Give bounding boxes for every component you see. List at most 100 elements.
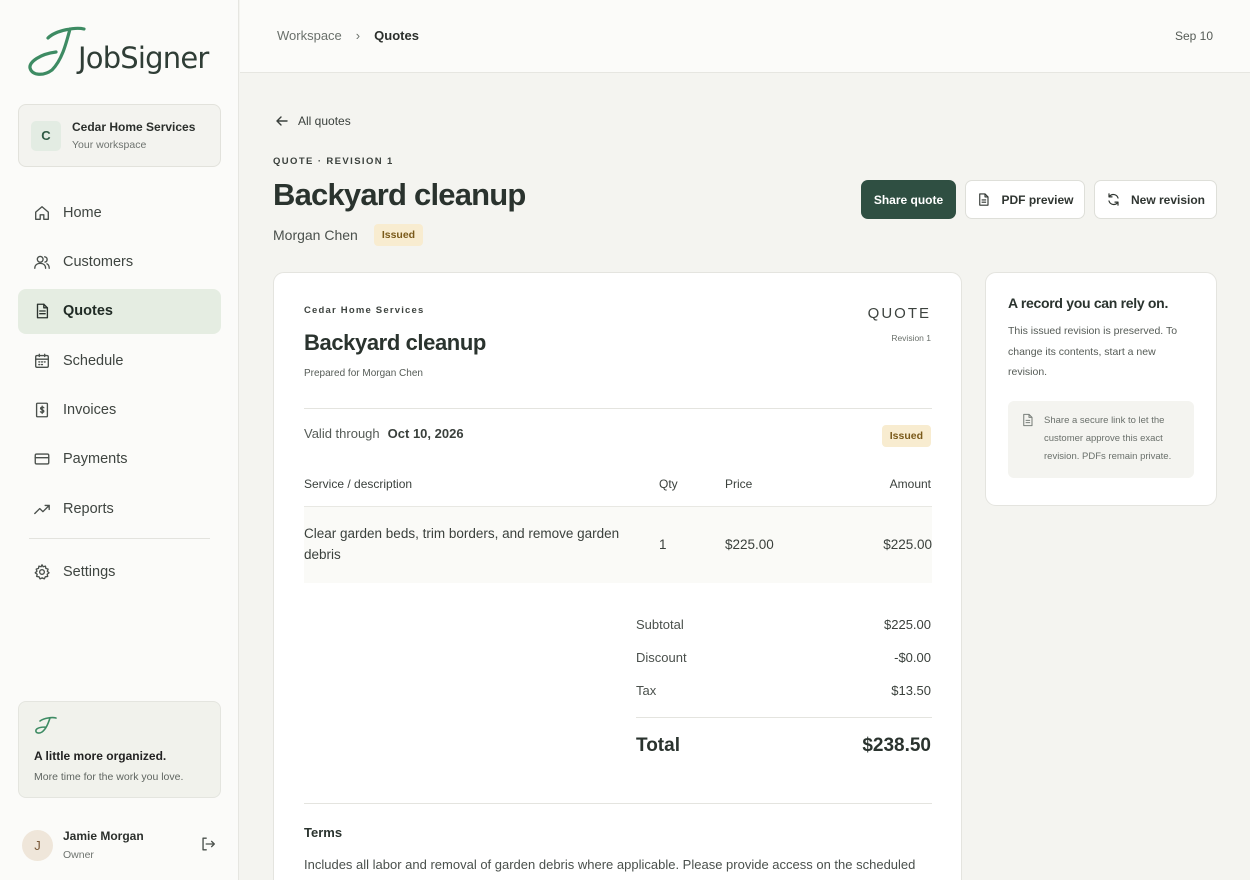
line-amount: $225.00 xyxy=(883,537,932,552)
record-info-text: This issued revision is preserved. To ch… xyxy=(1008,325,1178,378)
sidebar-item-customers[interactable]: Customers xyxy=(18,239,221,284)
totals-divider xyxy=(636,717,932,718)
sidebar: JobSigner C Cedar Home Services Your wor… xyxy=(0,0,239,880)
total-label: Total xyxy=(636,735,680,756)
doc-title: Backyard cleanup xyxy=(304,330,486,355)
promo-subtitle: More time for the work you love. xyxy=(34,771,184,783)
tax-label: Tax xyxy=(636,683,657,698)
sidebar-item-quotes[interactable]: Quotes xyxy=(18,288,221,334)
logout-icon xyxy=(202,837,215,851)
calendar-icon xyxy=(35,353,49,368)
page-title: Backyard cleanup xyxy=(273,177,526,212)
quote-actions: Share quote PDF preview New revision xyxy=(861,180,1217,219)
app-name: JobSigner xyxy=(78,41,209,75)
valid-through: Valid through Oct 10, 2026 xyxy=(304,426,464,441)
valid-through-date: Oct 10, 2026 xyxy=(387,426,464,441)
status-badge: Issued xyxy=(373,224,424,246)
sidebar-item-label: Reports xyxy=(63,500,114,517)
promo-title: A little more organized. xyxy=(34,749,167,763)
sidebar-item-label: Settings xyxy=(63,563,116,580)
breadcrumb-quotes: Quotes xyxy=(374,28,419,43)
document-icon xyxy=(36,303,49,319)
logout-button[interactable] xyxy=(199,835,217,858)
sidebar-item-invoices[interactable]: Invoices xyxy=(18,388,221,433)
column-header-amount: Amount xyxy=(889,477,931,491)
workspace-name: Cedar Home Services xyxy=(72,120,196,134)
users-icon xyxy=(34,255,50,269)
user-profile: J Jamie Morgan Owner xyxy=(22,825,222,865)
credit-card-icon xyxy=(34,453,50,466)
terms-divider xyxy=(304,803,932,804)
file-icon xyxy=(1023,413,1033,426)
share-note-text: Share a secure link to let the customer … xyxy=(1044,414,1172,462)
customer-name[interactable]: Morgan Chen xyxy=(273,227,358,243)
breadcrumb: Workspace › Quotes xyxy=(277,28,419,43)
sidebar-item-label: Quotes xyxy=(63,303,113,320)
pdf-preview-button[interactable]: PDF preview xyxy=(965,180,1085,219)
topbar: Workspace › Quotes Sep 10 xyxy=(240,0,1250,73)
subtotal-value: $225.00 xyxy=(884,617,931,632)
table-row: Clear garden beds, trim borders, and rem… xyxy=(304,506,932,583)
doc-divider xyxy=(304,408,932,409)
refresh-icon xyxy=(1108,193,1119,206)
record-info-title: A record you can rely on. xyxy=(1008,295,1169,311)
sidebar-divider xyxy=(29,538,210,540)
user-role: Owner xyxy=(63,849,94,861)
signature-mark-icon xyxy=(35,716,57,734)
new-revision-label: New revision xyxy=(1130,192,1206,207)
line-price: $225.00 xyxy=(725,537,774,552)
share-quote-button[interactable]: Share quote xyxy=(861,180,956,219)
discount-value: -$0.00 xyxy=(894,650,931,665)
sidebar-item-payments[interactable]: Payments xyxy=(18,437,221,482)
quote-document: Cedar Home Services QUOTE Backyard clean… xyxy=(273,272,962,880)
invoice-icon xyxy=(35,402,49,418)
breadcrumb-workspace[interactable]: Workspace xyxy=(277,28,342,43)
workspace-subtitle: Your workspace xyxy=(72,139,147,151)
sidebar-item-schedule[interactable]: Schedule xyxy=(18,338,221,383)
doc-revision: Revision 1 xyxy=(891,333,931,343)
total-value: $238.50 xyxy=(862,735,931,756)
sidebar-item-label: Schedule xyxy=(63,352,124,369)
file-icon xyxy=(979,193,990,206)
column-header-price: Price xyxy=(725,477,753,491)
workspace-avatar: C xyxy=(31,120,61,151)
sidebar-item-label: Home xyxy=(63,204,102,221)
discount-label: Discount xyxy=(636,650,687,665)
sidebar-item-label: Customers xyxy=(63,253,134,270)
sidebar-item-home[interactable]: Home xyxy=(18,190,221,235)
doc-company: Cedar Home Services xyxy=(304,305,425,316)
arrow-left-icon xyxy=(276,116,288,126)
sidebar-nav: Home Customers Quotes Schedule Invoices … xyxy=(18,190,221,599)
app-logo[interactable]: JobSigner xyxy=(26,24,209,78)
record-info-card: A record you can rely on. This issued re… xyxy=(985,272,1217,506)
customer-line: Morgan Chen Issued xyxy=(273,224,424,246)
subtotal-label: Subtotal xyxy=(636,617,684,632)
doc-label: QUOTE xyxy=(867,305,931,322)
chevron-right-icon: › xyxy=(355,28,361,43)
line-qty: 1 xyxy=(659,537,667,552)
avatar[interactable]: J xyxy=(22,829,53,861)
back-link[interactable]: All quotes xyxy=(275,114,351,128)
tax-value: $13.50 xyxy=(891,683,931,698)
promo-card: A little more organized. More time for t… xyxy=(18,701,221,798)
back-link-label: All quotes xyxy=(298,114,351,128)
doc-status-badge: Issued xyxy=(881,425,931,447)
sidebar-item-settings[interactable]: Settings xyxy=(18,549,221,594)
valid-through-label: Valid through xyxy=(304,426,380,441)
workspace-switcher[interactable]: C Cedar Home Services Your workspace xyxy=(18,104,221,167)
doc-prepared-for: Prepared for Morgan Chen xyxy=(304,368,423,379)
gear-icon xyxy=(34,563,50,580)
sidebar-item-reports[interactable]: Reports xyxy=(18,486,221,531)
pdf-preview-label: PDF preview xyxy=(1001,192,1074,207)
column-header-description: Service / description xyxy=(304,477,413,491)
trending-up-icon xyxy=(34,504,50,515)
current-date: Sep 10 xyxy=(1174,29,1213,43)
line-description: Clear garden beds, trim borders, and rem… xyxy=(304,526,620,562)
terms-text: Includes all labor and removal of garden… xyxy=(304,857,916,872)
sidebar-item-label: Payments xyxy=(63,451,128,468)
sidebar-item-label: Invoices xyxy=(63,402,117,419)
new-revision-button[interactable]: New revision xyxy=(1094,180,1217,219)
column-header-qty: Qty xyxy=(659,477,678,491)
home-icon xyxy=(35,205,49,220)
terms-title: Terms xyxy=(304,825,343,840)
